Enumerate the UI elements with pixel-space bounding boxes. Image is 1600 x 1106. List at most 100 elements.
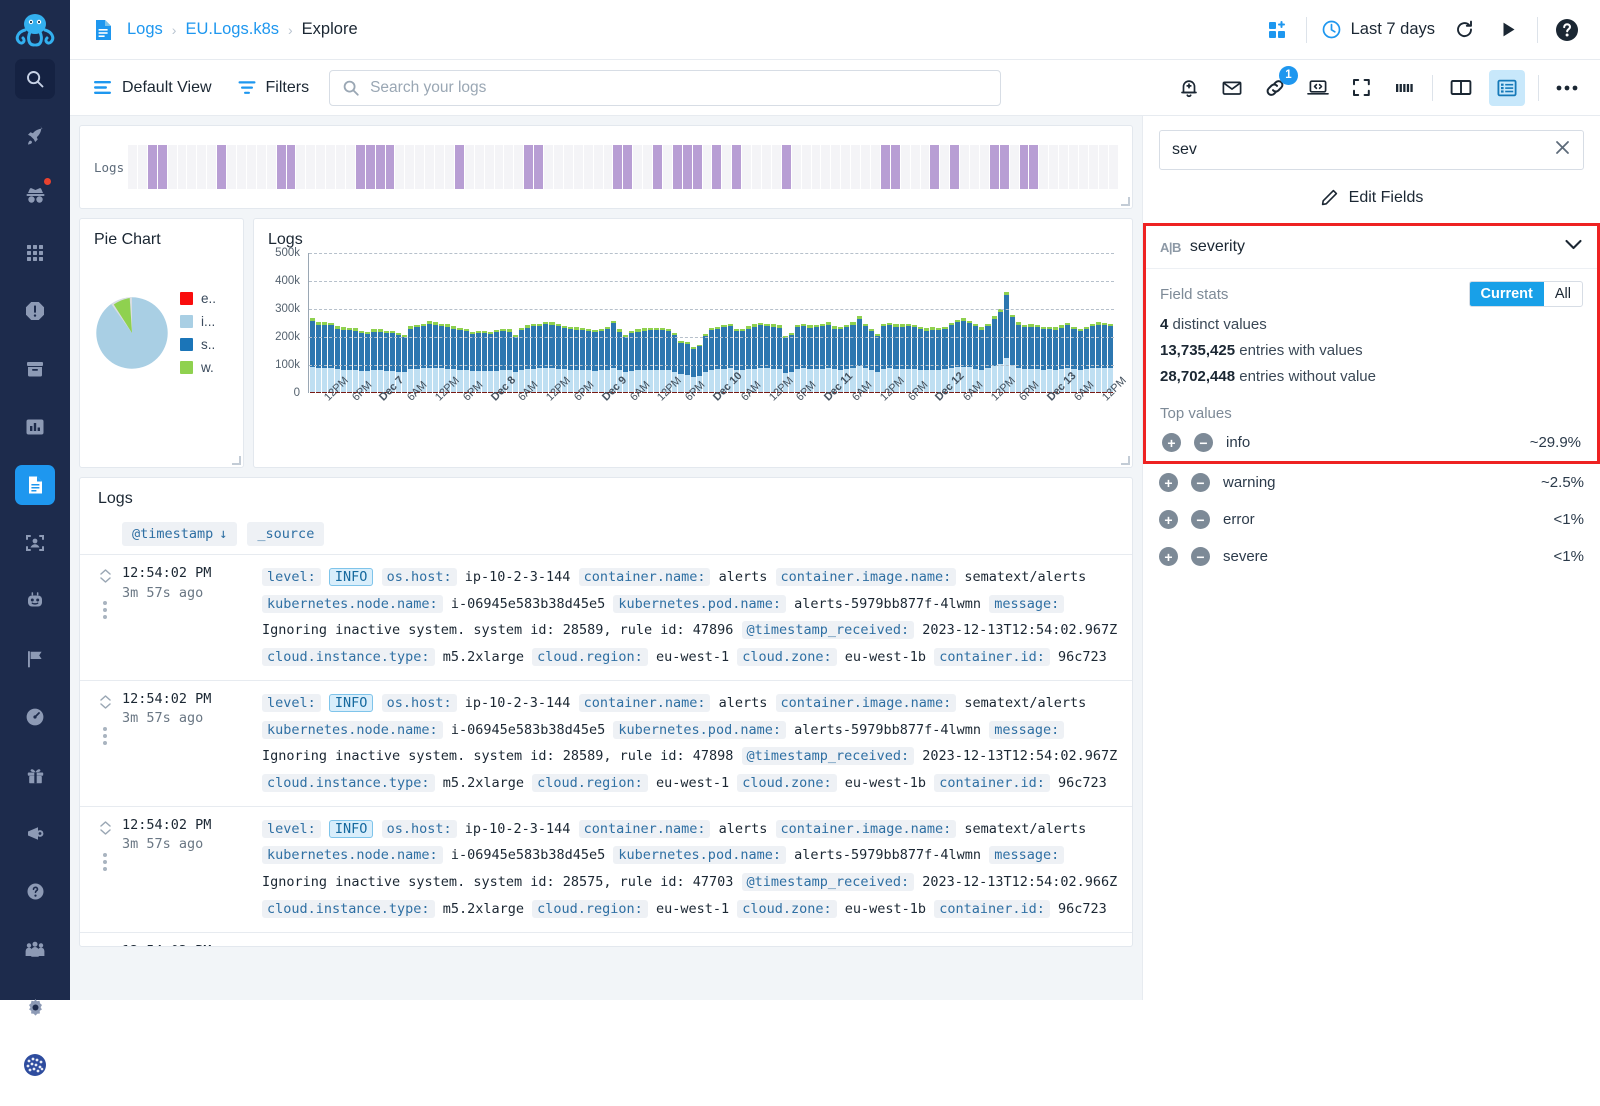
field-value[interactable]: sematext/alerts [964,695,1086,711]
field-value[interactable]: alerts-5979bb877f-4lwmn [794,847,981,863]
bar[interactable] [875,334,880,393]
sidebar-item-synthetics[interactable] [15,175,55,215]
field-value[interactable]: ip-10-2-3-144 [465,821,571,837]
field-key[interactable]: container.name: [579,946,711,947]
field-key[interactable]: cloud.instance.type: [262,648,435,666]
field-value[interactable]: eu-west-1 [656,775,729,791]
pie-chart-svg[interactable] [94,295,170,371]
timeline-bars[interactable] [128,145,1118,189]
field-value[interactable]: eu-west-1b [845,775,926,791]
field-key[interactable]: container.image.name: [776,820,957,838]
field-key[interactable]: @timestamp_received: [742,621,915,639]
more-icon[interactable] [1552,73,1582,103]
field-key[interactable]: cloud.region: [532,774,648,792]
sidebar-item-logs[interactable] [15,465,55,505]
sidebar-item-announcements[interactable] [15,813,55,853]
column-timestamp[interactable]: @timestamp ↓ [122,522,237,546]
field-value[interactable]: eu-west-1b [845,901,926,917]
bar[interactable] [1022,325,1027,393]
field-key[interactable]: message: [989,846,1064,864]
bar[interactable] [685,342,690,393]
bar[interactable] [1096,322,1101,393]
code-laptop-icon[interactable] [1303,73,1333,103]
field-value[interactable]: eu-west-1b [845,649,926,665]
field-key[interactable]: level: [262,568,321,586]
play-icon[interactable] [1493,15,1523,45]
bar[interactable] [967,321,972,393]
column-source[interactable]: _source [247,522,324,546]
exclude-value-icon[interactable]: − [1191,547,1210,566]
close-icon[interactable] [1554,139,1571,162]
envelope-icon[interactable] [1217,73,1247,103]
legend-item[interactable]: i... [180,314,216,329]
field-value[interactable]: 96c723 [1058,901,1107,917]
field-key[interactable]: cloud.zone: [737,648,836,666]
field-key[interactable]: container.id: [934,900,1050,918]
resize-handle-icon[interactable] [232,456,241,465]
field-key[interactable]: kubernetes.node.name: [262,595,443,613]
field-key[interactable]: level: [262,694,321,712]
default-view-button[interactable]: Default View [94,79,212,97]
sidebar-item-reports[interactable] [15,407,55,447]
bar[interactable] [439,324,444,393]
field-key[interactable]: os.host: [382,946,457,947]
bar[interactable] [771,324,776,393]
field-key[interactable]: message: [989,595,1064,613]
bar[interactable] [371,329,376,393]
field-value[interactable]: 2023-12-13T12:54:02.967Z [922,622,1117,638]
search-input[interactable]: Search your logs [329,70,1001,106]
include-value-icon[interactable]: + [1159,510,1178,529]
bar[interactable] [820,324,825,393]
legend-item[interactable]: s.. [180,337,216,352]
field-value[interactable]: eu-west-1 [656,901,729,917]
field-key[interactable]: kubernetes.pod.name: [613,721,786,739]
split-view-icon[interactable] [1446,73,1476,103]
sidebar-item-alerts[interactable] [15,291,55,331]
legend-item[interactable]: e.. [180,291,216,306]
field-key[interactable]: os.host: [382,820,457,838]
bar[interactable] [629,331,634,393]
field-value[interactable]: Ignoring inactive system. system id: 285… [262,622,733,638]
field-value[interactable]: INFO [329,568,374,586]
bars-container[interactable] [310,253,1114,393]
legend-item[interactable]: w. [180,360,216,375]
expand-collapse-icon[interactable] [98,566,113,591]
bar[interactable] [992,316,997,393]
field-key[interactable]: container.name: [579,694,711,712]
top-value-row[interactable]: +−info~29.9% [1146,424,1597,461]
field-key[interactable]: cloud.region: [532,648,648,666]
refresh-icon[interactable] [1449,15,1479,45]
sidebar-item-bot[interactable] [15,581,55,621]
bar[interactable] [1102,323,1107,393]
field-value[interactable]: INFO [329,820,374,838]
field-value[interactable]: alerts [719,695,768,711]
include-value-icon[interactable]: + [1159,473,1178,492]
bar[interactable] [316,322,321,393]
sidebar-item-experience[interactable] [15,117,55,157]
edit-fields-button[interactable]: Edit Fields [1159,170,1584,223]
field-key[interactable]: os.host: [382,568,457,586]
resize-handle-icon[interactable] [1121,197,1130,206]
table-row[interactable]: 12:54:02 PM3m 57s agolevel: INFO os.host… [80,806,1132,932]
bar[interactable] [881,324,886,393]
exclude-value-icon[interactable]: − [1194,433,1213,452]
field-value[interactable]: sematext/alerts [964,821,1086,837]
include-value-icon[interactable]: + [1162,433,1181,452]
field-key[interactable]: level: [262,946,321,947]
bar[interactable] [985,324,990,393]
sort-desc-icon[interactable]: ↓ [219,526,227,542]
row-menu-icon[interactable] [103,727,107,745]
sidebar-item-scan[interactable] [15,523,55,563]
filters-button[interactable]: Filters [238,79,310,97]
field-key[interactable]: kubernetes.pod.name: [613,846,786,864]
top-value-row[interactable]: +−error<1% [1143,501,1600,538]
bar[interactable] [322,322,327,393]
field-value[interactable]: Ignoring inactive system. system id: 285… [262,874,733,890]
field-value[interactable]: 96c723 [1058,649,1107,665]
field-value[interactable]: ip-10-2-3-144 [465,695,571,711]
field-value[interactable]: alerts-5979bb877f-4lwmn [794,722,981,738]
row-menu-icon[interactable] [103,853,107,871]
field-value[interactable]: m5.2xlarge [443,901,524,917]
include-value-icon[interactable]: + [1159,547,1178,566]
field-value[interactable]: 2023-12-13T12:54:02.967Z [922,748,1117,764]
